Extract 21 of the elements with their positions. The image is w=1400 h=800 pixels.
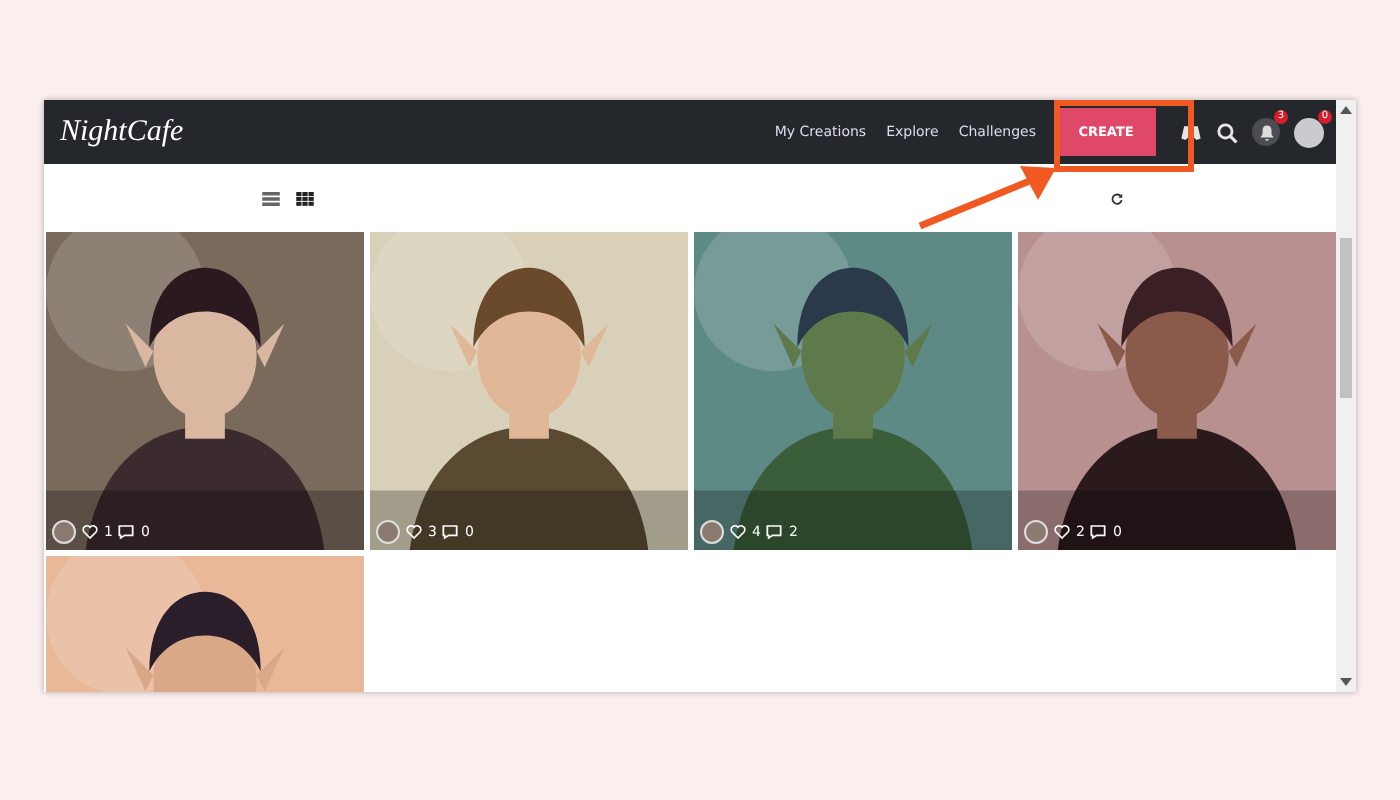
- heart-icon[interactable]: [406, 524, 422, 540]
- scroll-down-icon[interactable]: [1340, 678, 1352, 686]
- highlight-box: [1054, 100, 1194, 172]
- comment-icon[interactable]: [1090, 524, 1107, 540]
- scroll-up-icon[interactable]: [1340, 106, 1352, 114]
- annotation-arrow: [916, 164, 1060, 232]
- comment-icon[interactable]: [766, 524, 783, 540]
- search-icon[interactable]: [1216, 121, 1238, 143]
- scroll-thumb[interactable]: [1340, 238, 1352, 398]
- heart-icon[interactable]: [1054, 524, 1070, 540]
- grid-view-icon[interactable]: [296, 191, 314, 205]
- logo[interactable]: NightCafe: [60, 115, 184, 149]
- game-controller-icon[interactable]: [1180, 121, 1202, 143]
- heart-icon[interactable]: [82, 524, 98, 540]
- comment-icon[interactable]: [442, 524, 459, 540]
- scrollbar[interactable]: [1336, 100, 1356, 692]
- heart-icon[interactable]: [730, 524, 746, 540]
- bell-icon: [1257, 123, 1275, 141]
- refresh-icon[interactable]: [1110, 191, 1124, 205]
- comment-icon[interactable]: [118, 524, 135, 540]
- list-view-icon[interactable]: [262, 191, 280, 205]
